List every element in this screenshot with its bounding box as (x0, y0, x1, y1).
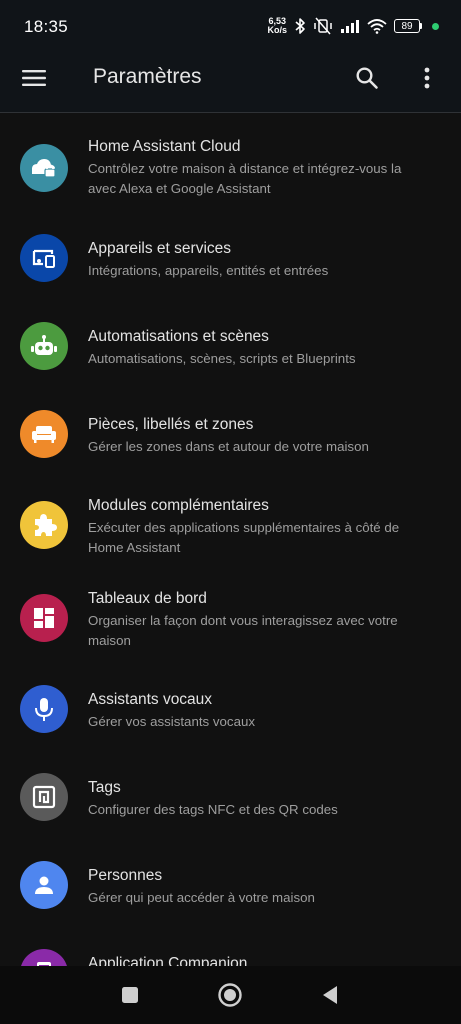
settings-item-label: Tags (88, 779, 121, 796)
settings-item-description: Exécuter des applications supplémentaire… (88, 520, 400, 555)
back-button[interactable] (312, 977, 348, 1013)
settings-item-description: Organiser la façon dont vous interagisse… (88, 613, 398, 648)
cloud-lock-icon (20, 144, 68, 192)
settings-list: Home Assistant Cloud Contrôlez votre mai… (0, 113, 461, 966)
settings-item-cloud[interactable]: Home Assistant Cloud Contrôlez votre mai… (0, 131, 461, 211)
settings-item-description: Gérer qui peut accéder à votre maison (88, 890, 315, 905)
app-bar: Paramètres (0, 44, 461, 113)
status-time: 18:35 (24, 17, 69, 36)
settings-item-automations[interactable]: Automatisations et scènes Automatisation… (0, 319, 461, 383)
settings-item-description: Automatisations, scènes, scripts et Blue… (88, 351, 356, 366)
recents-square-icon (122, 987, 138, 1003)
settings-item-companion-app[interactable]: Application Companion (0, 949, 461, 966)
settings-item-label: Pièces, libellés et zones (88, 416, 254, 433)
microphone-icon (20, 685, 68, 733)
status-icons: 6,53 Ko/s 89 (267, 16, 439, 36)
network-speed: 6,53 Ko/s (267, 17, 287, 35)
cellphone-icon (20, 949, 68, 966)
page-title: Paramètres (93, 65, 202, 88)
privacy-dot (432, 22, 439, 30)
more-vertical-icon (424, 67, 430, 89)
settings-item-label: Personnes (88, 867, 163, 884)
person-icon (20, 861, 68, 909)
settings-item-description: Gérer les zones dans et autour de votre … (88, 439, 369, 454)
signal-icon (341, 20, 359, 33)
menu-button[interactable] (14, 58, 54, 98)
settings-item-label: Home Assistant Cloud (88, 138, 241, 155)
settings-item-voice-assistants[interactable]: Assistants vocaux Gérer vos assistants v… (0, 685, 461, 749)
more-options-button[interactable] (407, 58, 447, 98)
dashboard-icon (20, 594, 68, 642)
settings-item-label: Modules complémentaires (88, 497, 269, 514)
settings-item-tags[interactable]: Tags Configurer des tags NFC et des QR c… (0, 773, 461, 837)
back-triangle-icon (323, 986, 337, 1004)
settings-item-dashboards[interactable]: Tableaux de bord Organiser la façon dont… (0, 584, 461, 664)
wifi-icon (367, 19, 387, 34)
battery-indicator: 89 (394, 19, 422, 33)
settings-item-areas[interactable]: Pièces, libellés et zones Gérer les zone… (0, 407, 461, 471)
home-button[interactable] (212, 977, 248, 1013)
search-button[interactable] (347, 58, 387, 98)
home-circle-icon (218, 983, 242, 1007)
settings-item-label: Appareils et services (88, 240, 232, 257)
robot-icon (20, 322, 68, 370)
status-bar: 18:35 6,53 Ko/s 89 (0, 0, 461, 44)
settings-item-description: Configurer des tags NFC et des QR codes (88, 802, 338, 817)
settings-item-description: Contrôlez votre maison à distance et int… (88, 161, 402, 196)
settings-item-label: Tableaux de bord (88, 590, 207, 607)
settings-item-description: Intégrations, appareils, entités et entr… (88, 263, 329, 278)
puzzle-icon (20, 501, 68, 549)
settings-item-label: Assistants vocaux (88, 691, 213, 708)
settings-item-label: Application Companion (88, 955, 248, 966)
sofa-icon (20, 410, 68, 458)
battery-level: 89 (394, 19, 420, 33)
recents-button[interactable] (112, 977, 148, 1013)
system-navigation-bar (0, 966, 461, 1024)
devices-icon (20, 234, 68, 282)
settings-item-devices[interactable]: Appareils et services Intégrations, appa… (0, 231, 461, 295)
settings-item-people[interactable]: Personnes Gérer qui peut accéder à votre… (0, 861, 461, 925)
search-icon (356, 67, 378, 89)
battery-tip (420, 23, 422, 29)
vibrate-off-icon (314, 17, 332, 35)
settings-item-label: Automatisations et scènes (88, 328, 269, 345)
bluetooth-icon (295, 18, 305, 34)
hamburger-menu-icon (22, 70, 46, 86)
settings-item-addons[interactable]: Modules complémentaires Exécuter des app… (0, 491, 461, 571)
nfc-tag-icon (20, 773, 68, 821)
settings-item-description: Gérer vos assistants vocaux (88, 714, 256, 729)
network-speed-unit: Ko/s (267, 25, 287, 35)
